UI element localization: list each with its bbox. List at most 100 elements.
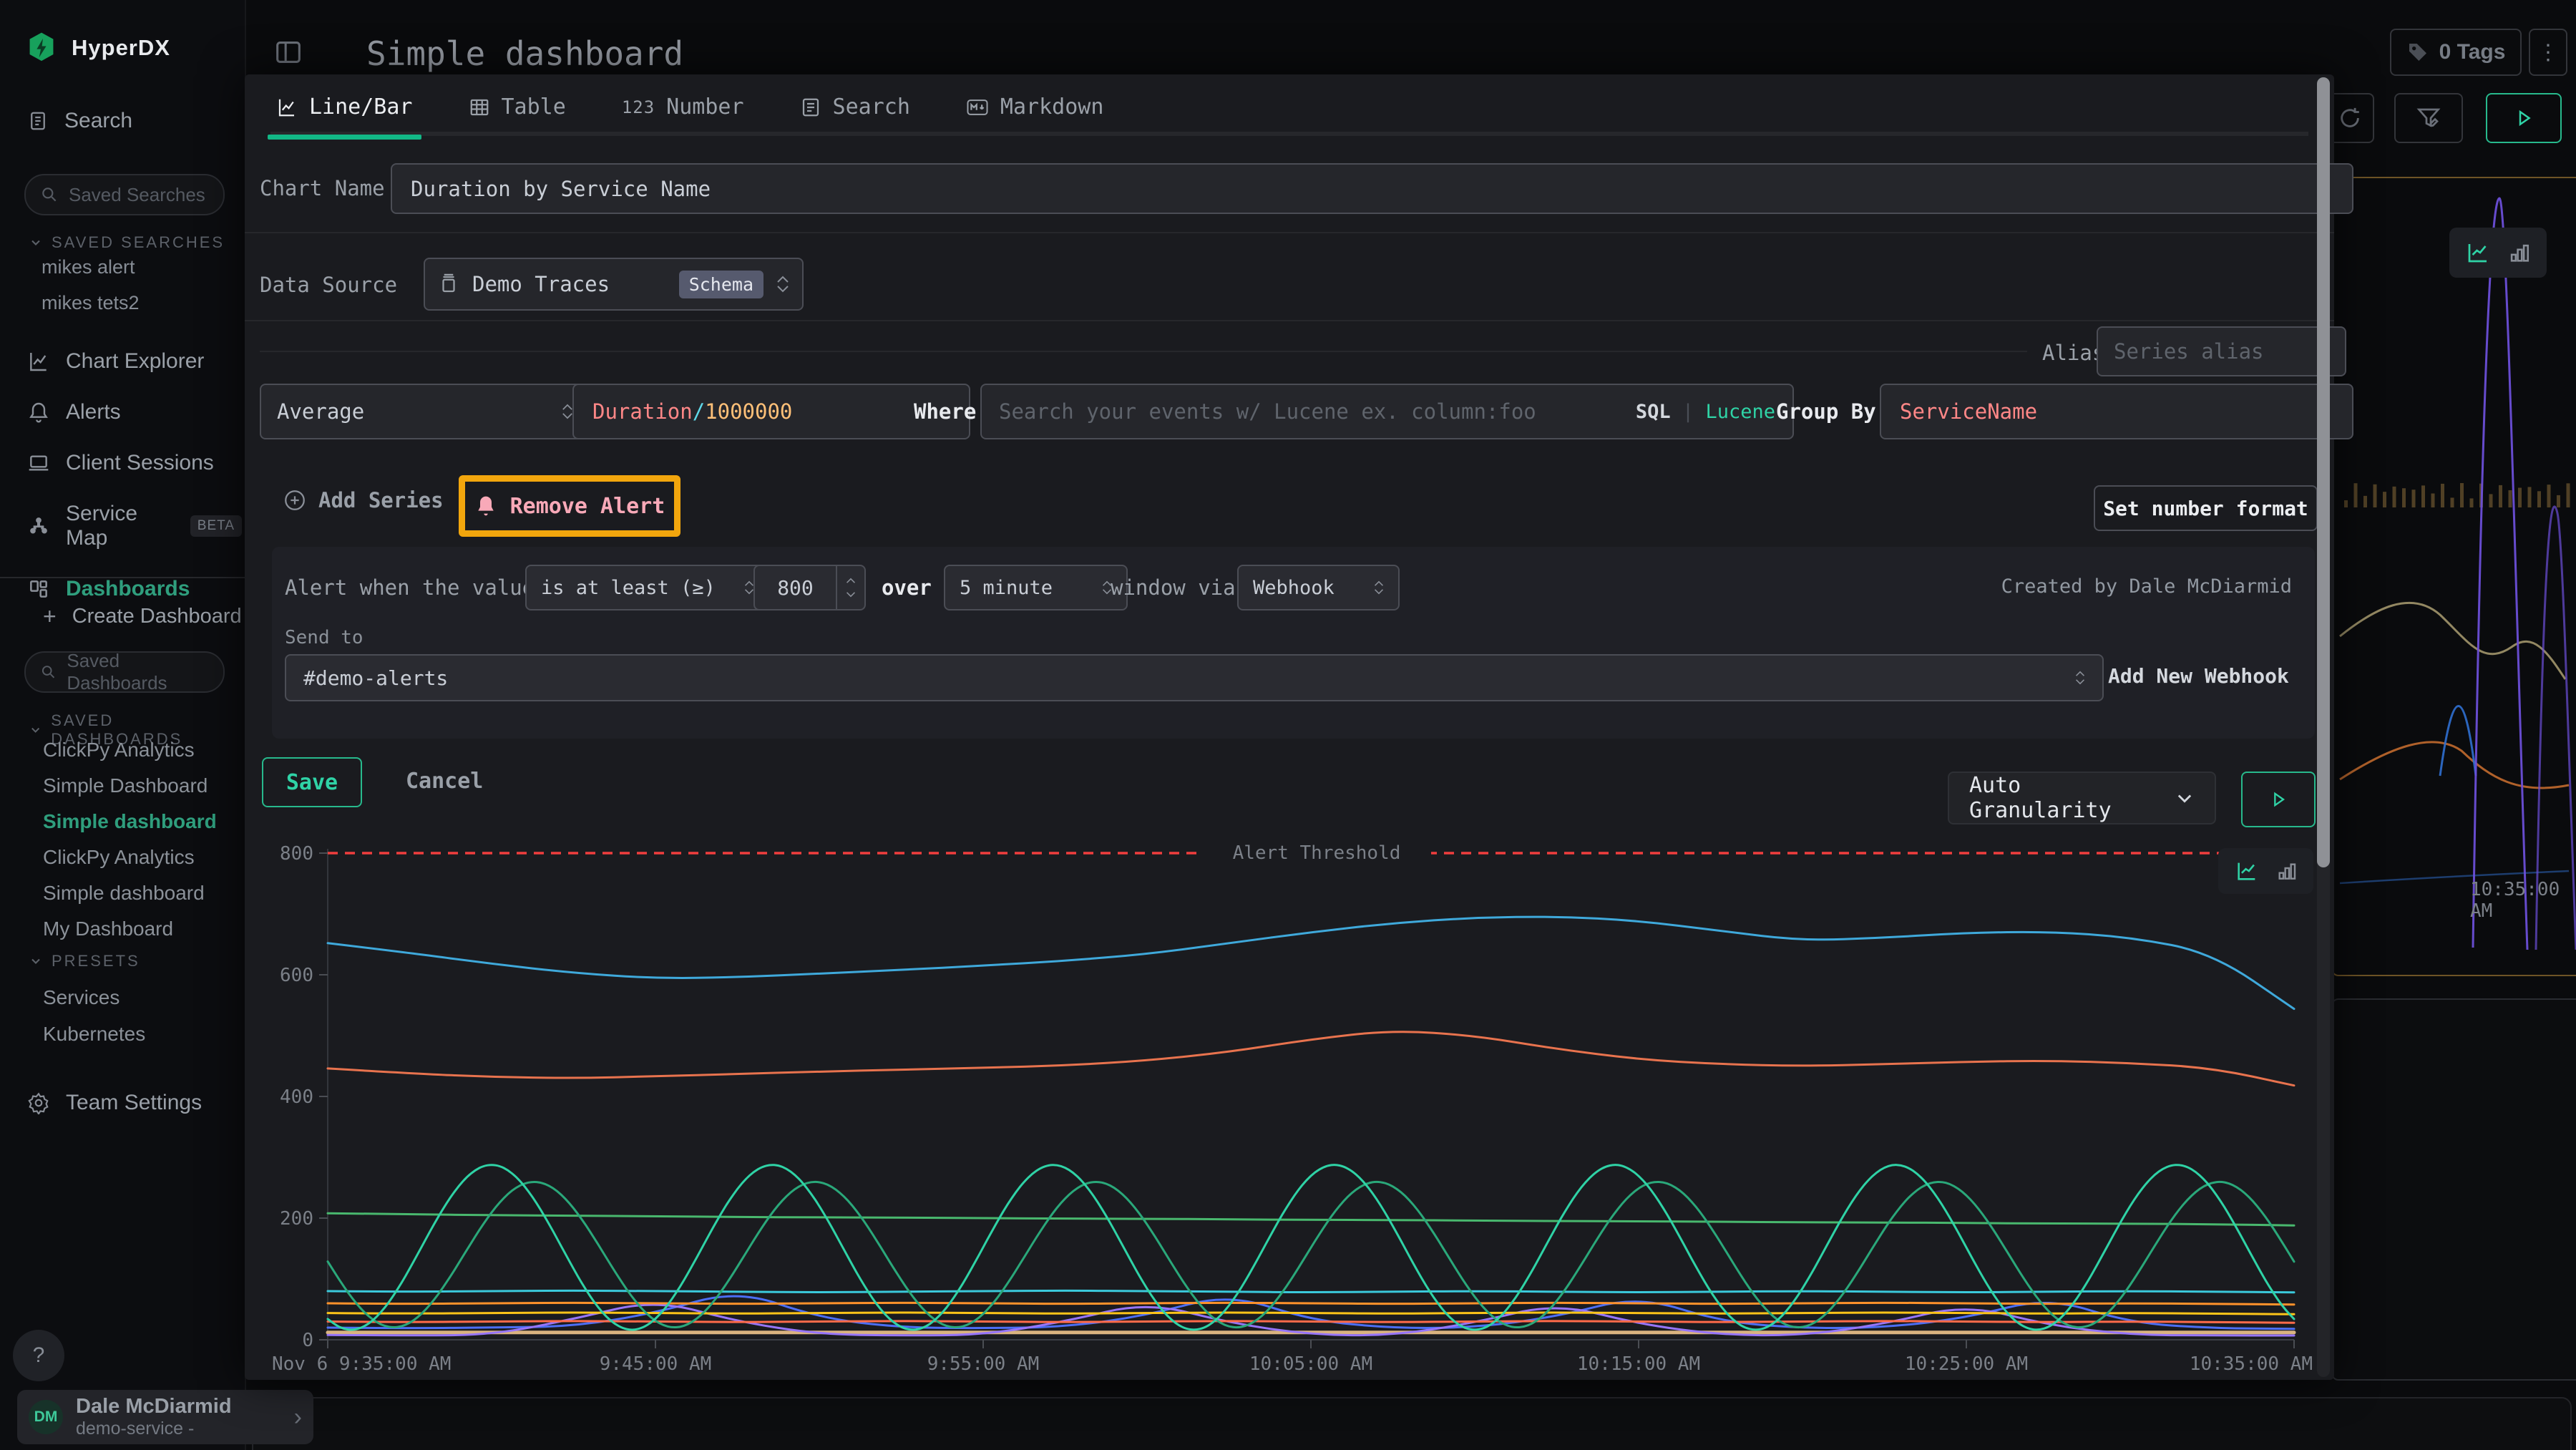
saved-dashboards-placeholder: Saved Dashboards: [67, 650, 209, 694]
linebar-icon: [276, 97, 298, 118]
tab-markdown[interactable]: Markdown: [962, 84, 1108, 135]
set-number-format-button[interactable]: Set number format: [2094, 485, 2318, 531]
saved-dashboard-item[interactable]: Simple dashboard: [43, 810, 217, 833]
saved-search-item[interactable]: mikes alert: [42, 256, 140, 278]
field-expression-input[interactable]: Duration/1000000: [572, 384, 970, 439]
preview-chart: 0200400600800Nov 6 9:35:00 AM9:45:00 AM9…: [272, 830, 2318, 1380]
saved-searches-header[interactable]: SAVED SEARCHES: [29, 233, 225, 252]
alias-divider: [260, 351, 2027, 352]
data-source-select[interactable]: Demo Traces Schema: [424, 258, 804, 311]
bar-chart-icon[interactable]: [2507, 240, 2531, 265]
tab-number[interactable]: 123Number: [618, 84, 748, 135]
laptop-icon: [27, 452, 50, 475]
tags-label: 0 Tags: [2439, 40, 2506, 64]
bar-chart-icon[interactable]: [2275, 860, 2298, 882]
tags-button[interactable]: 0 Tags: [2390, 29, 2522, 76]
modal-scrollbar[interactable]: [2317, 77, 2330, 1377]
saved-searches-input[interactable]: Saved Searches: [24, 174, 225, 215]
plus-circle-icon: [283, 488, 307, 512]
sidebar-item-service-map[interactable]: Service Map BETA: [27, 502, 242, 550]
background-chart-type-toggle[interactable]: [2449, 228, 2547, 278]
modal-run-button[interactable]: [2241, 772, 2316, 827]
search-doc-icon: [27, 110, 49, 132]
svg-text:200: 200: [280, 1208, 313, 1230]
tab-table[interactable]: Table: [464, 84, 570, 135]
alert-window-select[interactable]: 5 minute: [944, 565, 1128, 610]
remove-alert-button[interactable]: Remove Alert: [465, 482, 674, 530]
saved-dashboard-item[interactable]: My Dashboard: [43, 918, 217, 940]
tab-search[interactable]: Search: [796, 84, 914, 135]
nav-label: Alerts: [66, 400, 121, 424]
sidebar-collapse-button[interactable]: [272, 36, 305, 69]
saved-dashboard-item[interactable]: ClickPy Analytics: [43, 846, 217, 869]
svg-text:9:45:00 AM: 9:45:00 AM: [600, 1353, 712, 1375]
user-card[interactable]: DM Dale McDiarmid demo-service - ›: [17, 1390, 313, 1444]
saved-dashboards-input[interactable]: Saved Dashboards: [24, 651, 225, 693]
alert-channel-value: Webhook: [1253, 577, 1374, 599]
saved-searches-header-label: SAVED SEARCHES: [52, 233, 225, 252]
saved-dashboard-item[interactable]: ClickPy Analytics: [43, 739, 217, 762]
kebab-icon: ⋮: [2537, 40, 2559, 65]
create-dashboard-button[interactable]: + Create Dashboard: [43, 603, 242, 630]
lucene-toggle[interactable]: Lucene: [1705, 401, 1775, 423]
preset-item-services[interactable]: Services: [43, 986, 145, 1009]
where-label: Where: [914, 399, 976, 424]
tab-label: Number: [666, 94, 743, 120]
alert-channel-select[interactable]: Webhook: [1237, 565, 1400, 610]
saved-dashboard-item[interactable]: Simple Dashboard: [43, 774, 217, 797]
line-chart-icon[interactable]: [2465, 240, 2491, 266]
hyperdx-logo-icon: [27, 31, 56, 64]
svg-text:400: 400: [280, 1086, 313, 1108]
sidebar-item-alerts[interactable]: Alerts: [27, 400, 242, 424]
brand[interactable]: HyperDX: [27, 31, 170, 64]
modal-chart-type-toggle[interactable]: [2218, 848, 2313, 894]
dashboard-menu-button[interactable]: ⋮: [2529, 29, 2567, 76]
alert-condition-select[interactable]: is at least (≥): [525, 565, 770, 610]
beta-badge: BETA: [190, 515, 242, 537]
number-spinner[interactable]: [836, 566, 864, 609]
alert-over-label: over: [882, 575, 932, 600]
search-icon: [40, 663, 57, 681]
help-button[interactable]: ?: [13, 1330, 64, 1381]
sidebar-item-team-settings[interactable]: Team Settings: [27, 1091, 202, 1115]
alert-threshold-input[interactable]: 800: [753, 565, 866, 610]
sidebar-item-client-sessions[interactable]: Client Sessions: [27, 451, 242, 475]
tag-icon: [2406, 41, 2429, 64]
aggregation-select[interactable]: Average: [260, 384, 590, 439]
sidebar-item-chart-explorer[interactable]: Chart Explorer: [27, 349, 242, 374]
filter-button[interactable]: [2394, 93, 2463, 143]
saved-dashboard-item[interactable]: Simple dashboard: [43, 882, 217, 905]
where-search-input[interactable]: Search your events w/ Lucene ex. column:…: [980, 384, 1794, 439]
granularity-select[interactable]: Auto Granularity: [1948, 772, 2216, 824]
sidebar-item-dashboards[interactable]: Dashboards: [27, 577, 242, 601]
select-chevrons-icon: [1374, 580, 1384, 595]
add-series-button[interactable]: Add Series: [283, 488, 444, 512]
save-button[interactable]: Save: [262, 757, 362, 807]
presets-header[interactable]: PRESETS: [29, 952, 140, 970]
sql-toggle[interactable]: SQL: [1636, 401, 1671, 423]
svg-text:10:25:00 AM: 10:25:00 AM: [1905, 1353, 2028, 1375]
sidebar-item-search[interactable]: Search: [27, 109, 132, 133]
tab-line-bar[interactable]: Line/Bar: [272, 84, 417, 135]
nav-label: Service Map: [66, 502, 175, 550]
webhook-select[interactable]: #demo-alerts: [285, 654, 2104, 701]
svg-text:Alert Threshold: Alert Threshold: [1233, 842, 1401, 864]
saved-search-item[interactable]: mikes tets2: [42, 292, 140, 314]
modal-scrollbar-thumb[interactable]: [2317, 77, 2330, 867]
select-chevrons-icon: [776, 276, 789, 293]
preset-item-kubernetes[interactable]: Kubernetes: [43, 1023, 145, 1046]
group-by-input[interactable]: ServiceName: [1880, 384, 2353, 439]
edit-chart-modal: Line/BarTable123NumberSearchMarkdown Cha…: [245, 74, 2334, 1380]
select-chevrons-icon: [744, 580, 754, 595]
line-chart-icon[interactable]: [2235, 859, 2259, 883]
svg-text:9:55:00 AM: 9:55:00 AM: [927, 1353, 1040, 1375]
add-new-webhook-button[interactable]: Add New Webhook: [2108, 664, 2289, 688]
plus-icon: +: [43, 603, 57, 630]
chart-name-input[interactable]: Duration by Service Name: [391, 163, 2353, 214]
alias-input[interactable]: Series alias: [2097, 326, 2346, 376]
tab-label: Search: [833, 94, 910, 120]
cancel-button[interactable]: Cancel: [406, 769, 483, 794]
background-bottom-panel: [252, 1397, 2572, 1450]
nav-label: Chart Explorer: [66, 349, 204, 374]
run-query-button[interactable]: [2486, 93, 2562, 143]
